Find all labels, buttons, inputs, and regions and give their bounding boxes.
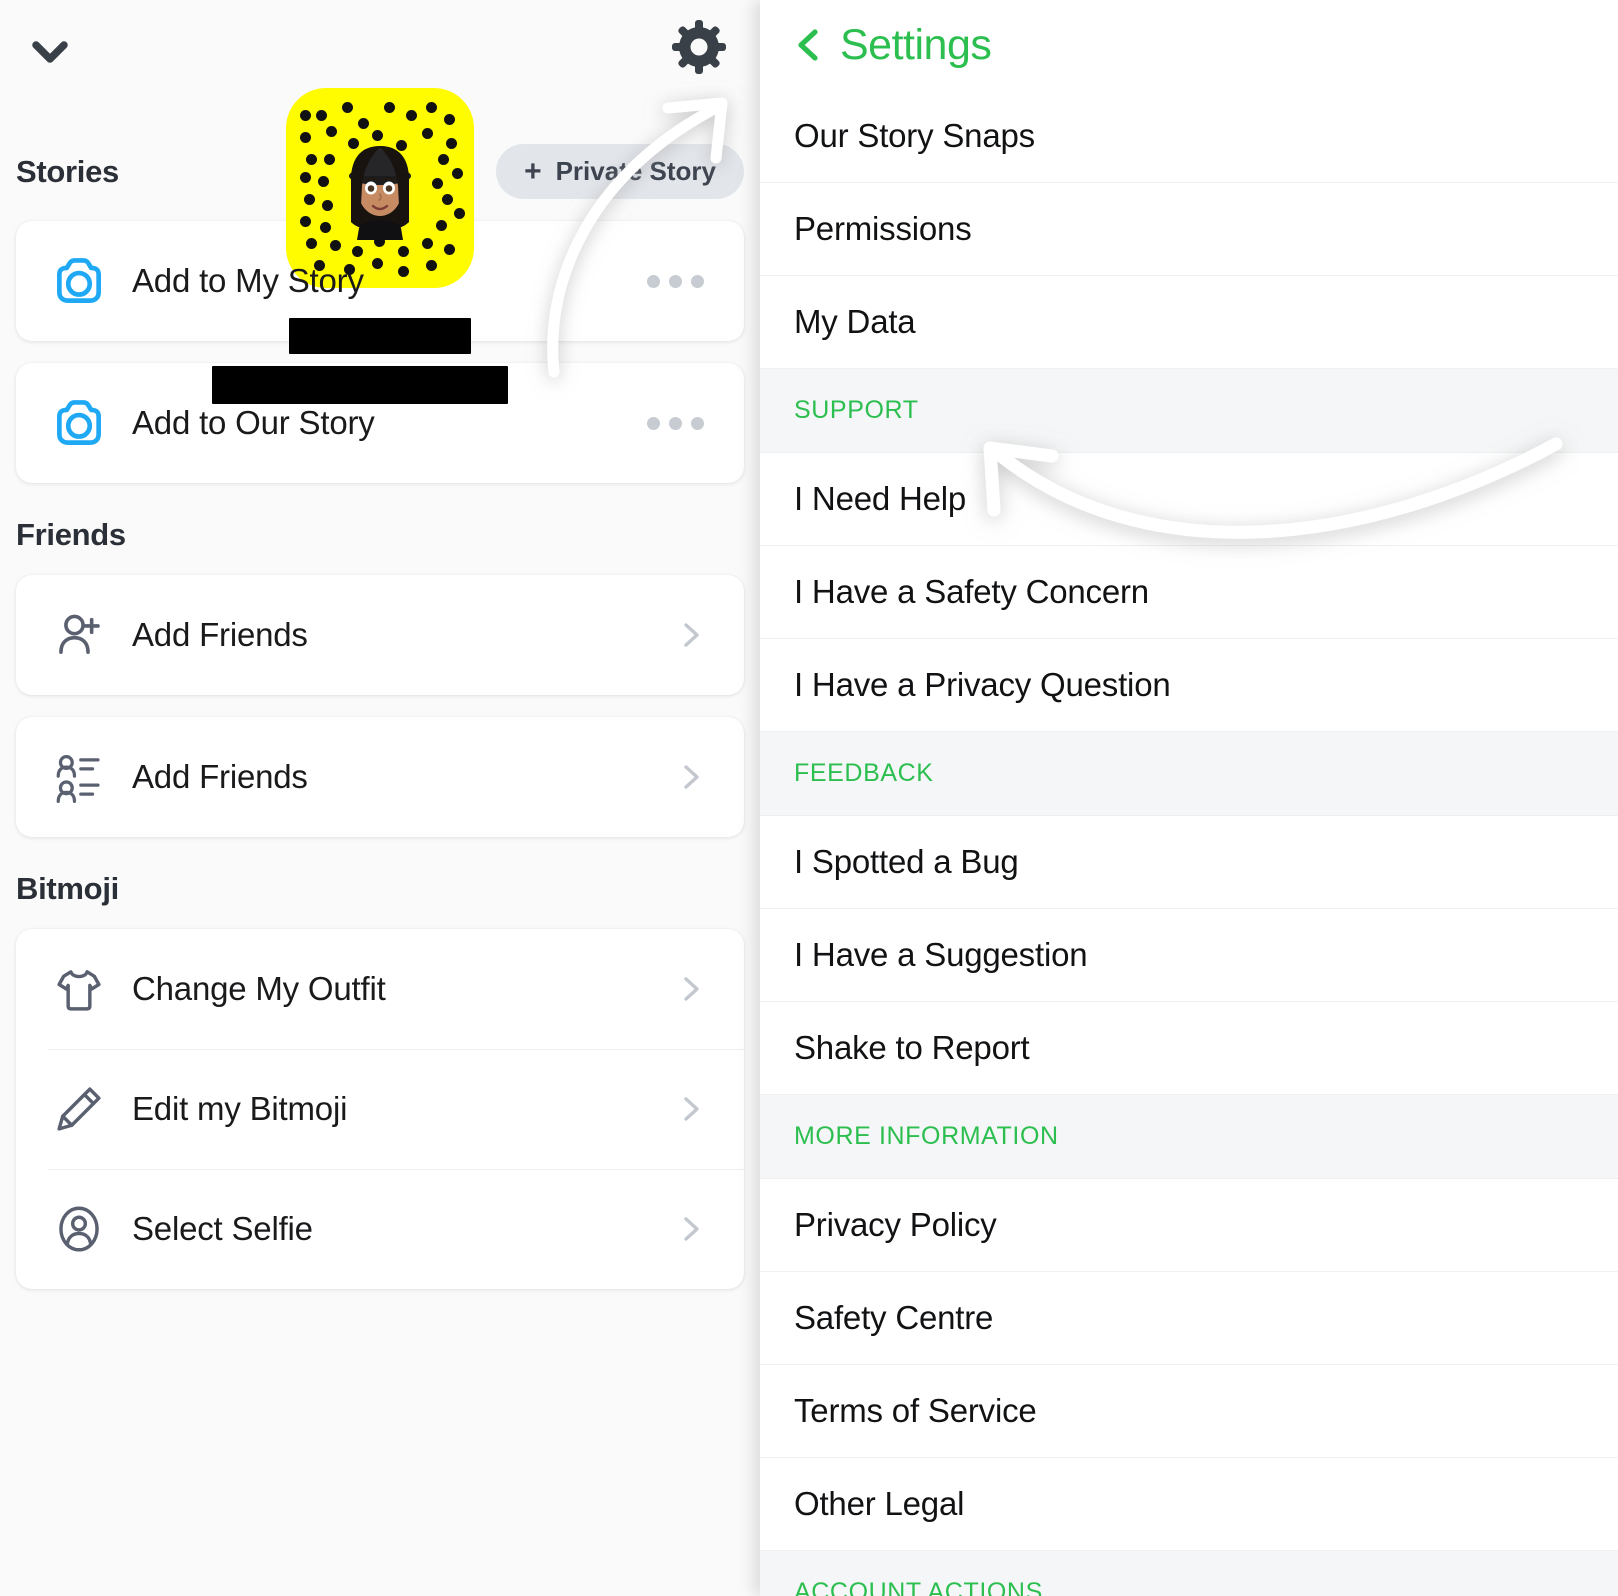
- row-label: Select Selfie: [132, 1210, 313, 1247]
- overflow-dots-icon[interactable]: [647, 416, 704, 430]
- chevron-right-icon: [676, 1214, 706, 1244]
- card-add-to-our-story: Add to Our Story: [16, 363, 744, 483]
- row-my-friends[interactable]: Add Friends: [16, 717, 744, 837]
- card-my-friends: Add Friends: [16, 717, 744, 837]
- page-title: Settings: [840, 20, 992, 69]
- section-title: Friends: [16, 517, 126, 552]
- row-select-selfie[interactable]: Select Selfie: [16, 1169, 744, 1289]
- card-add-to-my-story: Add to My Story: [16, 221, 744, 341]
- settings-section-feedback: FEEDBACK: [760, 732, 1618, 816]
- chevron-right-icon: [676, 1094, 706, 1124]
- settings-row-privacy-policy[interactable]: Privacy Policy: [760, 1179, 1618, 1272]
- settings-row-i-spotted-a-bug[interactable]: I Spotted a Bug: [760, 816, 1618, 909]
- settings-row-other-legal[interactable]: Other Legal: [760, 1458, 1618, 1551]
- settings-row-our-story-snaps[interactable]: Our Story Snaps: [760, 90, 1618, 183]
- card-bitmoji-actions: Change My Outfit Edit my Bitmoji Select …: [16, 929, 744, 1289]
- app-screen: Stories + Private Story Add to My Story: [0, 0, 1618, 1596]
- settings-section-account-actions: ACCOUNT ACTIONS: [760, 1551, 1618, 1596]
- chevron-right-icon: [676, 620, 706, 650]
- chevron-left-icon[interactable]: [794, 28, 822, 62]
- row-label: Edit my Bitmoji: [132, 1090, 348, 1127]
- row-label: Add Friends: [132, 758, 308, 795]
- overflow-dots-icon[interactable]: [647, 274, 704, 288]
- section-header-bitmoji: Bitmoji: [0, 871, 760, 907]
- settings-row-i-have-a-suggestion[interactable]: I Have a Suggestion: [760, 909, 1618, 1002]
- row-add-friends[interactable]: Add Friends: [16, 575, 744, 695]
- row-label: Add Friends: [132, 616, 308, 653]
- settings-row-terms-of-service[interactable]: Terms of Service: [760, 1365, 1618, 1458]
- row-label: Add to My Story: [132, 262, 364, 299]
- settings-list[interactable]: Our Story Snaps Permissions My Data SUPP…: [760, 90, 1618, 1596]
- people-list-icon: [48, 746, 110, 808]
- row-label: Add to Our Story: [132, 404, 375, 441]
- profile-panel: Stories + Private Story Add to My Story: [0, 0, 760, 1596]
- section-title: Bitmoji: [16, 871, 119, 906]
- row-edit-my-bitmoji[interactable]: Edit my Bitmoji: [16, 1049, 744, 1169]
- camera-icon: [48, 392, 110, 454]
- settings-row-i-need-help[interactable]: I Need Help: [760, 453, 1618, 546]
- settings-panel: Settings Our Story Snaps Permissions My …: [760, 0, 1618, 1596]
- add-person-icon: [48, 604, 110, 666]
- pencil-icon: [48, 1078, 110, 1140]
- settings-row-shake-to-report[interactable]: Shake to Report: [760, 1002, 1618, 1095]
- row-change-my-outfit[interactable]: Change My Outfit: [16, 929, 744, 1049]
- gear-icon[interactable]: [670, 18, 728, 76]
- settings-row-i-have-a-privacy-question[interactable]: I Have a Privacy Question: [760, 639, 1618, 732]
- row-label: Change My Outfit: [132, 970, 386, 1007]
- camera-icon: [48, 250, 110, 312]
- settings-row-safety-centre[interactable]: Safety Centre: [760, 1272, 1618, 1365]
- section-header-friends: Friends: [0, 517, 760, 553]
- settings-header: Settings: [760, 0, 1618, 90]
- settings-row-my-data[interactable]: My Data: [760, 276, 1618, 369]
- row-add-to-my-story[interactable]: Add to My Story: [16, 221, 744, 341]
- chevron-right-icon: [676, 974, 706, 1004]
- card-add-friends: Add Friends: [16, 575, 744, 695]
- settings-row-permissions[interactable]: Permissions: [760, 183, 1618, 276]
- settings-row-i-have-a-safety-concern[interactable]: I Have a Safety Concern: [760, 546, 1618, 639]
- chevron-down-icon[interactable]: [28, 30, 72, 74]
- row-add-to-our-story[interactable]: Add to Our Story: [16, 363, 744, 483]
- portrait-icon: [48, 1198, 110, 1260]
- tshirt-icon: [48, 958, 110, 1020]
- settings-section-more-information: MORE INFORMATION: [760, 1095, 1618, 1179]
- settings-section-support: SUPPORT: [760, 369, 1618, 453]
- chevron-right-icon: [676, 762, 706, 792]
